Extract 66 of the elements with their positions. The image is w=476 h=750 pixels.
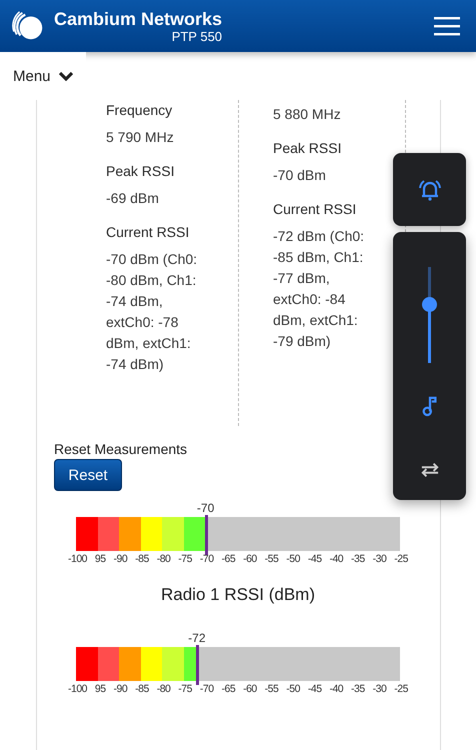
scale-segment: [76, 517, 98, 551]
scale-segment: [98, 517, 120, 551]
tick-label: -30: [372, 553, 386, 565]
tick-label: -55: [264, 683, 278, 695]
tick-label: -100: [68, 553, 88, 565]
tick-label: -75: [178, 553, 192, 565]
tick-label: -50: [286, 683, 300, 695]
scale-segment: [140, 647, 162, 681]
scale-segment: [98, 647, 120, 681]
music-note-icon[interactable]: [420, 395, 438, 417]
field-label: Frequency: [106, 101, 174, 120]
tick-label: -30: [372, 683, 386, 695]
tick-label: -40: [329, 683, 344, 695]
tick-label: -35: [351, 553, 365, 565]
tick-label: -100: [68, 683, 88, 695]
reset-label: Reset Measurements: [54, 441, 188, 457]
field-value: -69 dBm: [106, 189, 160, 208]
tick-label: -70: [200, 553, 214, 565]
field-value: 5 880 MHz: [273, 105, 342, 124]
tick-label: -80: [156, 683, 170, 695]
scale-segment: [140, 517, 162, 551]
tick-label: -60: [243, 553, 257, 565]
tick-label: -45: [308, 553, 322, 565]
tick-label: -70: [200, 683, 214, 695]
tick-label: -75: [178, 683, 192, 695]
scale-segment: [162, 517, 184, 551]
tick-label: -85: [135, 683, 149, 695]
volume-thumb[interactable]: [422, 296, 437, 312]
tick-label: -60: [243, 683, 257, 695]
tick-label: -35: [351, 683, 365, 695]
menu-icon[interactable]: [434, 16, 460, 36]
tick-label: -45: [308, 683, 322, 695]
field-value: -70 dBm (Ch0: -80 dBm, Ch1: -74 dBm, extCh0: -78 dBm, extCh1: -74 dBm): [106, 250, 198, 374]
tick-label: -55: [264, 553, 278, 565]
tick-label: -65: [221, 683, 236, 695]
scale-segment: [76, 647, 98, 681]
scale-segment: [119, 647, 141, 681]
tick-label: 95: [94, 553, 106, 565]
field-label: Peak RSSI: [106, 162, 176, 181]
gauge-reading: -70: [196, 501, 214, 515]
tick-label: -25: [394, 553, 408, 565]
chevron-down-icon: [58, 71, 73, 81]
volume-slider[interactable]: [422, 267, 437, 363]
scale-segment: [184, 517, 206, 551]
gauge-reading: -72: [188, 631, 206, 645]
brand-name: Cambium Networks: [54, 8, 222, 28]
tick-label: -80: [156, 553, 170, 565]
field-label: Current RSSI: [106, 223, 190, 242]
tick-label: 95: [94, 683, 106, 695]
tick-label: -90: [114, 683, 128, 695]
tick-label: -50: [286, 553, 300, 565]
reset-button[interactable]: Reset: [54, 459, 122, 491]
tick-label: -90: [114, 553, 128, 565]
tick-label: -85: [135, 553, 149, 565]
tick-label: -65: [221, 553, 236, 565]
field-value: 5 790 MHz: [106, 128, 175, 147]
field-label: Peak RSSI: [273, 139, 342, 158]
field-value: -70 dBm: [273, 166, 327, 185]
scale-segment: [119, 517, 141, 551]
tick-label: -40: [329, 553, 344, 565]
tick-label: -25: [394, 683, 408, 695]
swap-icon[interactable]: [418, 461, 440, 479]
field-label: Current RSSI: [273, 200, 358, 219]
field-value: -72 dBm (Ch0: -85 dBm, Ch1: -77 dBm, extCh0: -84 dBm, extCh1: -79 dBm): [273, 227, 366, 351]
product-name: PTP 550: [172, 28, 222, 44]
gauge-title: Radio 1 RSSI (dBm): [160, 585, 316, 605]
